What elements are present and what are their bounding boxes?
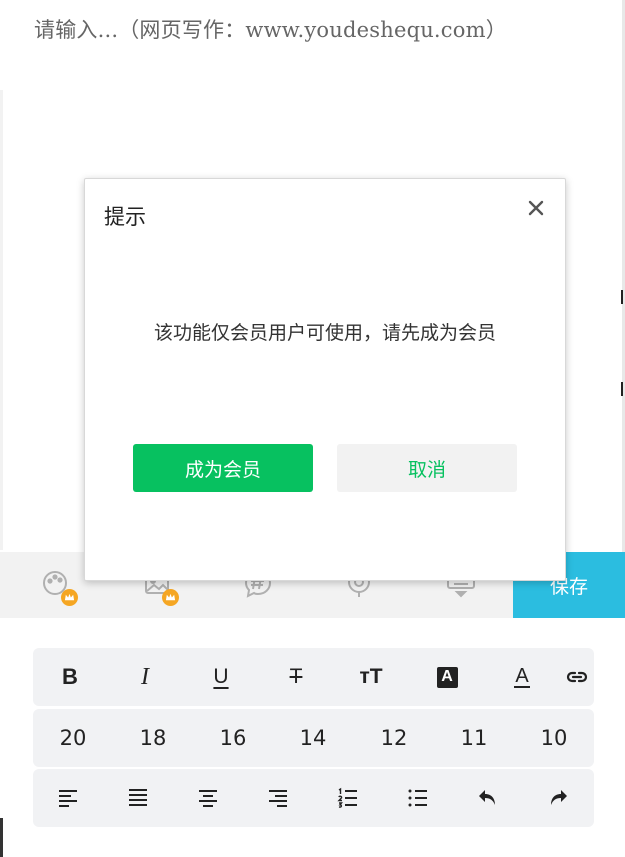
align-center-icon: [199, 790, 217, 807]
ordered-list-icon: [337, 787, 357, 808]
font-size-option[interactable]: 11: [444, 709, 504, 767]
font-size-button[interactable]: тT: [341, 648, 401, 706]
premium-crown-icon: [61, 589, 78, 606]
dialog-close-button[interactable]: [525, 197, 547, 219]
unordered-list-icon: [408, 789, 427, 807]
paragraph-panel: [33, 769, 594, 827]
align-left-icon: [59, 790, 77, 807]
font-size-option[interactable]: 14: [283, 709, 343, 767]
undo-button[interactable]: [458, 769, 518, 827]
redo-button[interactable]: [528, 769, 588, 827]
unordered-list-button[interactable]: [388, 769, 448, 827]
palette-button[interactable]: [38, 566, 78, 606]
bold-button[interactable]: B: [40, 648, 100, 706]
align-left-button[interactable]: [38, 769, 98, 827]
italic-icon: I: [141, 663, 149, 690]
font-size-option[interactable]: 20: [43, 709, 103, 767]
font-size-icon: тT: [359, 665, 383, 688]
strikethrough-icon: T: [289, 665, 303, 688]
link-button[interactable]: [547, 648, 607, 706]
page-left-edge-bottom: [0, 818, 3, 857]
background-color-button[interactable]: A: [417, 648, 477, 706]
align-center-button[interactable]: [178, 769, 238, 827]
underline-icon: U: [213, 665, 229, 688]
background-color-icon: A: [436, 666, 458, 688]
close-icon: [528, 200, 544, 216]
edge-marker: [621, 382, 623, 396]
dialog-title: 提示: [104, 205, 146, 229]
font-color-icon: A: [514, 665, 530, 688]
underline-button[interactable]: U: [191, 648, 251, 706]
editor-placeholder[interactable]: 请输入...（网页写作：www.youdeshequ.com）: [34, 14, 507, 44]
font-size-option[interactable]: 16: [203, 709, 263, 767]
italic-button[interactable]: I: [115, 648, 175, 706]
text-style-panel: B I U T тT A A: [33, 648, 594, 706]
bold-icon: B: [62, 664, 78, 689]
font-size-option[interactable]: 10: [524, 709, 584, 767]
redo-icon: [551, 790, 567, 805]
link-icon: [566, 671, 588, 683]
align-right-button[interactable]: [248, 769, 308, 827]
undo-icon: [479, 790, 495, 805]
become-member-button[interactable]: 成为会员: [133, 444, 313, 492]
align-justify-button[interactable]: [108, 769, 168, 827]
cancel-button[interactable]: 取消: [337, 444, 517, 492]
strikethrough-button[interactable]: T: [266, 648, 326, 706]
font-size-option[interactable]: 18: [123, 709, 183, 767]
ordered-list-button[interactable]: [318, 769, 378, 827]
font-size-panel: 20 18 16 14 12 11 10: [33, 709, 594, 767]
align-justify-icon: [129, 789, 147, 806]
premium-crown-icon: [162, 589, 179, 606]
align-right-icon: [269, 790, 287, 807]
font-size-option[interactable]: 12: [364, 709, 424, 767]
membership-dialog: 提示 该功能仅会员用户可使用，请先成为会员 成为会员 取消: [84, 178, 566, 581]
page-left-edge: [0, 90, 3, 550]
edge-marker: [621, 290, 623, 304]
font-color-button[interactable]: A: [492, 648, 552, 706]
dialog-message: 该功能仅会员用户可使用，请先成为会员: [153, 322, 496, 344]
